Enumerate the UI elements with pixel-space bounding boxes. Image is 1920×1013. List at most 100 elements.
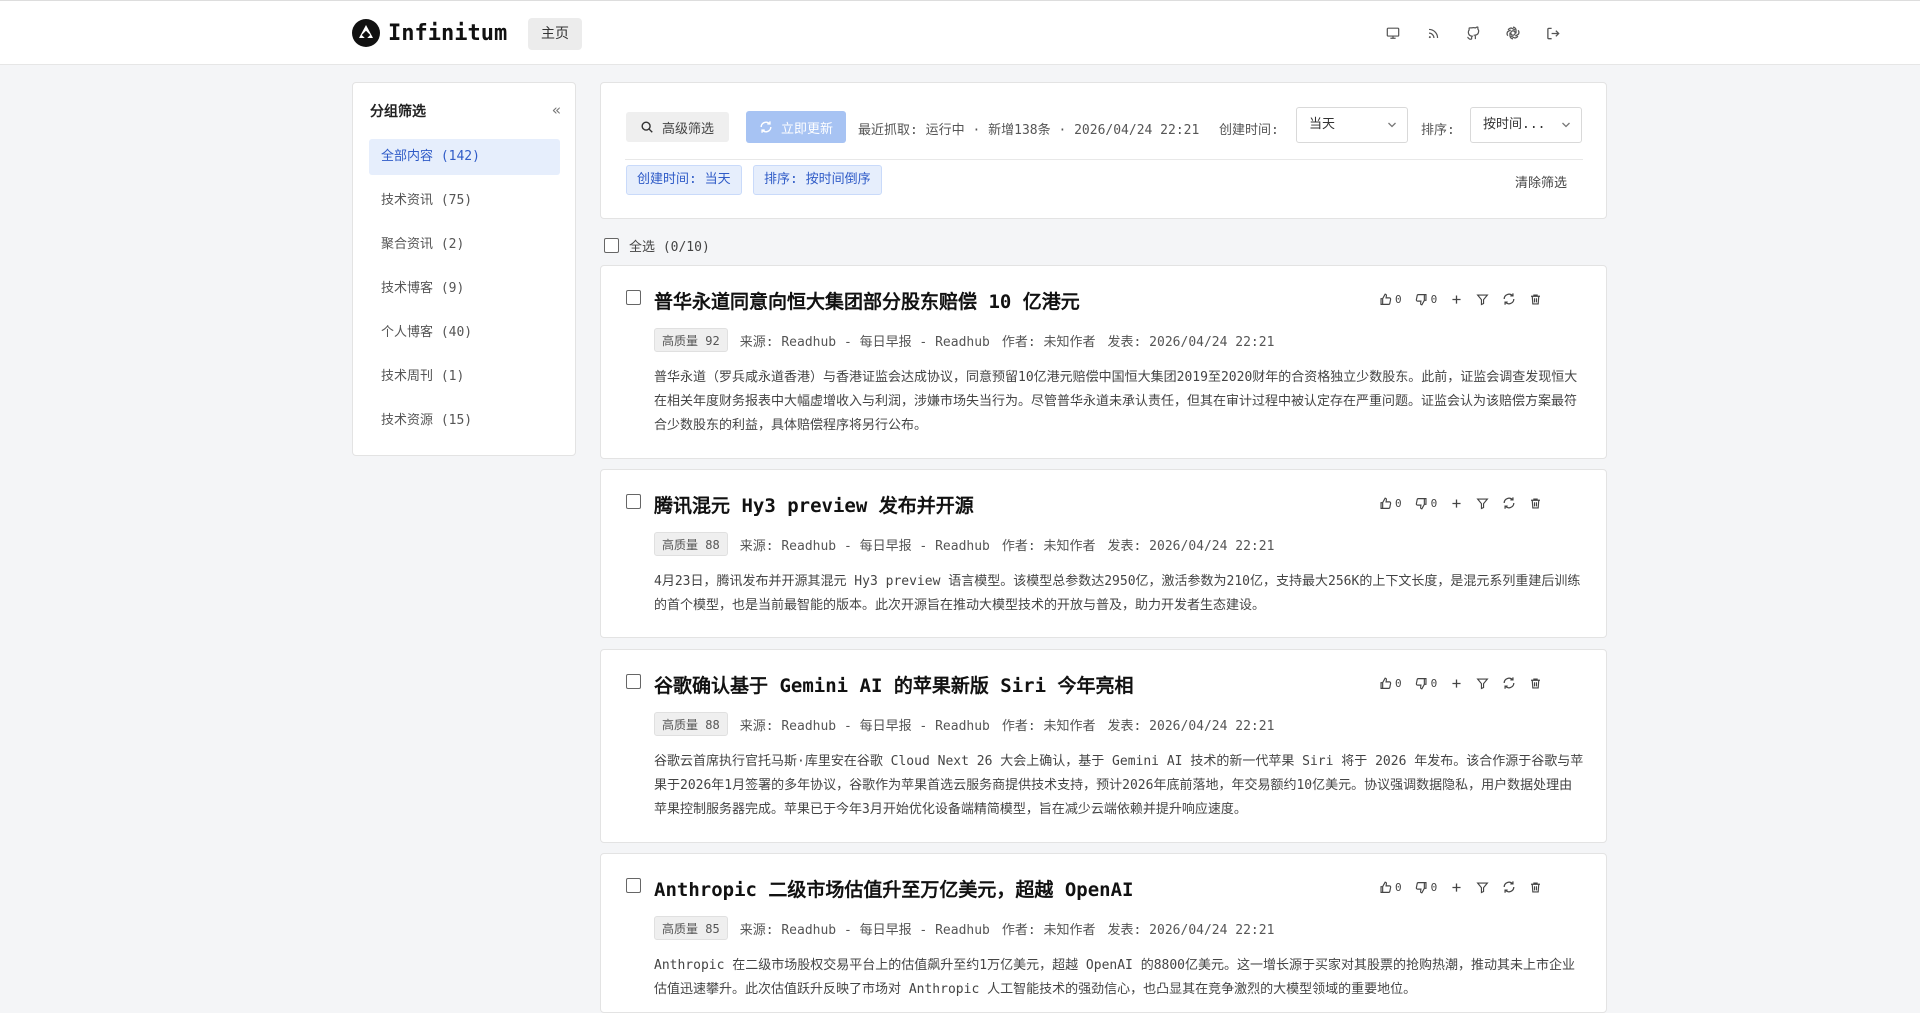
sort-select[interactable]: 按时间...	[1470, 107, 1582, 143]
article-meta: 高质量 85 来源: Readhub - 每日早报 - Readhub 作者: 未知…	[654, 916, 1274, 940]
monitor-icon[interactable]	[1383, 22, 1403, 44]
advanced-filter-label: 高级筛选	[662, 121, 715, 137]
article-published: 发表: 2026/04/24 22:21	[1107, 538, 1275, 554]
openai-icon[interactable]	[1503, 22, 1523, 44]
created-time-label: 创建时间:	[1219, 123, 1279, 138]
article-title[interactable]: 腾讯混元 Hy3 preview 发布并开源	[654, 491, 974, 518]
add-button[interactable]	[1450, 497, 1463, 510]
like-button[interactable]: 0	[1379, 497, 1402, 510]
trash-icon	[1529, 293, 1542, 306]
sidebar-item-aggregated-news[interactable]: 聚合资讯 (2)	[369, 227, 560, 263]
filter-button[interactable]	[1476, 497, 1489, 510]
article-actions: 00	[1379, 676, 1542, 690]
clear-filters-button[interactable]: 清除筛选	[1515, 172, 1567, 191]
logo-icon	[352, 19, 380, 47]
sidebar-item-personal-blogs[interactable]: 个人博客 (40)	[369, 315, 560, 351]
created-time-select[interactable]: 当天	[1296, 107, 1408, 143]
article-actions: 00	[1379, 496, 1542, 510]
article-title[interactable]: 普华永道同意向恒大集团部分股东赔偿 10 亿港元	[654, 287, 1080, 314]
group-filter-sidebar: 分组筛选 « 全部内容 (142) 技术资讯 (75) 聚合资讯 (2) 技术博…	[352, 82, 576, 456]
logout-icon[interactable]	[1543, 22, 1563, 44]
thumbs-up-icon	[1379, 881, 1392, 894]
article-card[interactable]: 普华永道同意向恒大集团部分股东赔偿 10 亿港元 0 0 高质量 92 来源: Read…	[600, 265, 1607, 459]
like-button[interactable]: 0	[1379, 677, 1402, 690]
refresh-now-button[interactable]: 立即更新	[746, 111, 847, 143]
filter-button[interactable]	[1476, 677, 1489, 690]
refresh-button[interactable]	[1502, 880, 1516, 894]
refresh-icon	[760, 121, 772, 133]
plus-icon	[1450, 293, 1463, 306]
rss-icon[interactable]	[1423, 22, 1443, 44]
delete-button[interactable]	[1529, 881, 1542, 894]
advanced-filter-button[interactable]: 高级筛选	[626, 112, 730, 142]
refresh-icon	[1502, 496, 1516, 510]
article-checkbox[interactable]	[626, 290, 641, 305]
article-source: 来源: Readhub - 每日早报 - Readhub	[739, 922, 990, 938]
fetch-status: 最近抓取: 运行中 · 新增138条 · 2026/04/24 22:21	[858, 123, 1200, 138]
active-filter-chip-sort[interactable]: 排序: 按时间倒序	[753, 165, 882, 195]
article-source: 来源: Readhub - 每日早报 - Readhub	[739, 538, 990, 554]
article-meta: 高质量 88 来源: Readhub - 每日早报 - Readhub 作者: 未知…	[654, 712, 1274, 736]
created-time-value: 当天	[1309, 117, 1336, 132]
sort-value: 按时间...	[1483, 117, 1546, 132]
dislike-button[interactable]: 0	[1415, 676, 1438, 690]
top-navbar: Infinitum 主页	[0, 0, 1920, 65]
article-summary: 4月23日，腾讯发布并开源其混元 Hy3 preview 语言模型。该模型总参数…	[654, 574, 1581, 613]
add-button[interactable]	[1450, 677, 1463, 690]
article-checkbox[interactable]	[626, 674, 641, 689]
dislike-button[interactable]: 0	[1415, 881, 1437, 894]
add-button[interactable]	[1450, 293, 1463, 306]
like-button[interactable]: 0	[1379, 293, 1402, 306]
sidebar-item-tech-news[interactable]: 技术资讯 (75)	[369, 183, 560, 219]
like-button[interactable]: 0	[1379, 881, 1402, 894]
github-icon[interactable]	[1463, 22, 1483, 44]
filter-icon	[1476, 881, 1489, 894]
delete-button[interactable]	[1529, 497, 1542, 510]
select-all-checkbox[interactable]	[604, 238, 619, 253]
sidebar-item-tech-resources[interactable]: 技术资源 (15)	[369, 403, 560, 439]
article-title[interactable]: Anthropic 二级市场估值升至万亿美元，超越 OpenAI	[654, 875, 1133, 902]
app-logo[interactable]: Infinitum	[352, 19, 507, 47]
collapse-sidebar-icon[interactable]: «	[552, 101, 561, 119]
sidebar-item-all[interactable]: 全部内容 (142)	[369, 139, 560, 175]
article-author: 作者: 未知作者	[1001, 718, 1096, 734]
active-filter-chip-created[interactable]: 创建时间: 当天	[626, 165, 742, 195]
article-card[interactable]: 谷歌确认基于 Gemini AI 的苹果新版 Siri 今年亮相 0 0 高质量 88…	[600, 649, 1607, 843]
dislike-button[interactable]: 0	[1415, 497, 1437, 510]
add-button[interactable]	[1450, 881, 1463, 894]
article-author: 作者: 未知作者	[1001, 334, 1096, 350]
article-meta: 高质量 88 来源: Readhub - 每日早报 - Readhub 作者: 未知…	[654, 532, 1274, 556]
filter-button[interactable]	[1476, 293, 1489, 306]
thumbs-down-icon	[1415, 677, 1428, 690]
app-name: Infinitum	[388, 20, 508, 46]
sidebar-item-tech-blogs[interactable]: 技术博客 (9)	[369, 271, 560, 307]
article-published: 发表: 2026/04/24 22:21	[1107, 718, 1275, 734]
nav-home-tab[interactable]: 主页	[528, 18, 582, 50]
filter-panel: 高级筛选 立即更新 最近抓取: 运行中 · 新增138条 · 2026/04/2…	[600, 82, 1607, 219]
delete-button[interactable]	[1529, 677, 1542, 690]
thumbs-up-icon	[1379, 293, 1392, 306]
like-count: 0	[1395, 676, 1402, 690]
dislike-count: 0	[1430, 676, 1438, 690]
article-checkbox[interactable]	[626, 878, 641, 893]
filter-divider	[625, 159, 1583, 160]
refresh-button[interactable]	[1502, 676, 1516, 690]
select-all-row: 全选 (0/10)	[604, 236, 710, 255]
sidebar-item-tech-weekly[interactable]: 技术周刊 (1)	[369, 359, 560, 395]
article-card[interactable]: 腾讯混元 Hy3 preview 发布并开源 0 0 高质量 88 来源: Readhu…	[600, 469, 1607, 638]
delete-button[interactable]	[1529, 293, 1542, 306]
search-icon	[641, 121, 653, 133]
filter-button[interactable]	[1476, 881, 1489, 894]
dislike-button[interactable]: 0	[1415, 293, 1437, 306]
refresh-icon	[1502, 292, 1516, 306]
refresh-icon	[1502, 676, 1516, 690]
refresh-button[interactable]	[1502, 292, 1516, 306]
article-summary: 普华永道（罗兵咸永道香港）与香港证监会达成协议，同意预留10亿港元赔偿中国恒大集…	[654, 370, 1578, 433]
refresh-button[interactable]	[1502, 496, 1516, 510]
article-checkbox[interactable]	[626, 494, 641, 509]
article-source: 来源: Readhub - 每日早报 - Readhub	[739, 334, 990, 350]
article-source: 来源: Readhub - 每日早报 - Readhub	[739, 718, 990, 734]
article-card[interactable]: Anthropic 二级市场估值升至万亿美元，超越 OpenAI 0 0 高质量 85…	[600, 853, 1607, 1013]
quality-badge: 高质量 92	[654, 328, 728, 352]
article-title[interactable]: 谷歌确认基于 Gemini AI 的苹果新版 Siri 今年亮相	[654, 671, 1133, 698]
